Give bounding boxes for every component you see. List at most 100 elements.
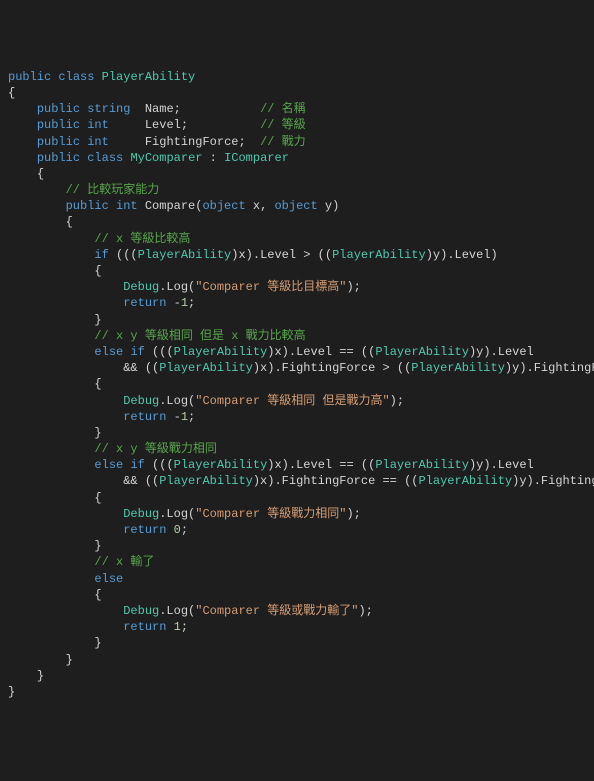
code-line[interactable]: // x y 等級相同 但是 x 戰力比較高 bbox=[8, 328, 586, 344]
code-token: if bbox=[130, 458, 144, 472]
code-token: int bbox=[87, 135, 109, 149]
code-line[interactable]: { bbox=[8, 166, 586, 182]
code-token: // 名稱 bbox=[260, 102, 306, 116]
code-line[interactable]: { bbox=[8, 85, 586, 101]
code-token: )x).Level == (( bbox=[267, 345, 375, 359]
code-line[interactable]: if (((PlayerAbility)x).Level > ((PlayerA… bbox=[8, 247, 586, 263]
code-line[interactable]: else if (((PlayerAbility)x).Level == ((P… bbox=[8, 457, 586, 473]
code-token bbox=[8, 507, 123, 521]
code-line[interactable]: { bbox=[8, 587, 586, 603]
code-line[interactable]: public string Name; // 名稱 bbox=[8, 101, 586, 117]
code-line[interactable]: } bbox=[8, 312, 586, 328]
code-line[interactable]: Debug.Log("Comparer 等級或戰力輸了"); bbox=[8, 603, 586, 619]
code-token: // 等級 bbox=[260, 118, 306, 132]
code-token: { bbox=[37, 167, 44, 181]
code-line[interactable]: Debug.Log("Comparer 等級相同 但是戰力高"); bbox=[8, 393, 586, 409]
code-token bbox=[8, 102, 37, 116]
code-token: PlayerAbility bbox=[159, 474, 253, 488]
code-token: } bbox=[37, 669, 44, 683]
code-token bbox=[8, 636, 94, 650]
code-token: )y).FightingForce) bbox=[512, 474, 594, 488]
code-line[interactable]: && ((PlayerAbility)x).FightingForce == (… bbox=[8, 473, 586, 489]
code-token: { bbox=[94, 377, 101, 391]
code-line[interactable]: && ((PlayerAbility)x).FightingForce > ((… bbox=[8, 360, 586, 376]
code-token: 1 bbox=[181, 410, 188, 424]
code-token: PlayerAbility bbox=[102, 70, 196, 84]
code-line[interactable]: } bbox=[8, 668, 586, 684]
code-token: int bbox=[87, 118, 109, 132]
code-line[interactable]: } bbox=[8, 635, 586, 651]
code-line[interactable]: return 0; bbox=[8, 522, 586, 538]
code-token bbox=[8, 572, 94, 586]
code-token: ); bbox=[390, 394, 404, 408]
code-line[interactable]: return -1; bbox=[8, 409, 586, 425]
code-token: "Comparer 等級或戰力輸了" bbox=[195, 604, 358, 618]
code-line[interactable]: } bbox=[8, 425, 586, 441]
code-line[interactable]: { bbox=[8, 214, 586, 230]
code-line[interactable]: else bbox=[8, 571, 586, 587]
code-token: 1 bbox=[174, 620, 181, 634]
code-line[interactable]: return 1; bbox=[8, 619, 586, 635]
code-line[interactable]: return -1; bbox=[8, 295, 586, 311]
code-line[interactable]: } bbox=[8, 652, 586, 668]
code-line[interactable]: public int Compare(object x, object y) bbox=[8, 198, 586, 214]
code-token bbox=[8, 199, 66, 213]
code-line[interactable]: // x 輸了 bbox=[8, 554, 586, 570]
code-token bbox=[8, 280, 123, 294]
code-token: .Log( bbox=[159, 604, 195, 618]
code-token bbox=[8, 167, 37, 181]
code-token: && (( bbox=[8, 361, 159, 375]
code-token: // x y 等級相同 但是 x 戰力比較高 bbox=[94, 329, 305, 343]
code-token: } bbox=[94, 539, 101, 553]
code-token bbox=[8, 151, 37, 165]
code-token: public bbox=[37, 135, 80, 149]
code-line[interactable]: public int FightingForce; // 戰力 bbox=[8, 134, 586, 150]
code-token: else bbox=[94, 458, 123, 472]
code-token bbox=[8, 377, 94, 391]
code-token bbox=[8, 426, 94, 440]
code-token: )x).FightingForce > (( bbox=[253, 361, 411, 375]
code-line[interactable]: else if (((PlayerAbility)x).Level == ((P… bbox=[8, 344, 586, 360]
code-token bbox=[8, 215, 66, 229]
code-token: { bbox=[94, 491, 101, 505]
code-token bbox=[109, 199, 116, 213]
code-token: else bbox=[94, 345, 123, 359]
code-line[interactable]: // x y 等級戰力相同 bbox=[8, 441, 586, 457]
code-line[interactable]: Debug.Log("Comparer 等級戰力相同"); bbox=[8, 506, 586, 522]
code-token: ; bbox=[188, 410, 195, 424]
code-token bbox=[166, 523, 173, 537]
code-token bbox=[8, 442, 94, 456]
code-token: "Comparer 等級相同 但是戰力高" bbox=[195, 394, 389, 408]
code-line[interactable]: } bbox=[8, 538, 586, 554]
code-line[interactable]: } bbox=[8, 684, 586, 700]
code-token bbox=[8, 539, 94, 553]
code-token: int bbox=[116, 199, 138, 213]
code-token: { bbox=[8, 86, 15, 100]
code-line[interactable]: public class MyComparer : IComparer bbox=[8, 150, 586, 166]
code-token: )x).Level > (( bbox=[231, 248, 332, 262]
code-line[interactable]: public int Level; // 等級 bbox=[8, 117, 586, 133]
code-token bbox=[166, 620, 173, 634]
code-line[interactable]: { bbox=[8, 263, 586, 279]
code-token: ((( bbox=[145, 458, 174, 472]
code-line[interactable]: public class PlayerAbility bbox=[8, 69, 586, 85]
code-editor[interactable]: public class PlayerAbility{ public strin… bbox=[8, 69, 586, 700]
code-token: && (( bbox=[8, 474, 159, 488]
code-token: { bbox=[94, 264, 101, 278]
code-token: Debug bbox=[123, 507, 159, 521]
code-token: public bbox=[66, 199, 109, 213]
code-line[interactable]: { bbox=[8, 376, 586, 392]
code-line[interactable]: // 比較玩家能力 bbox=[8, 182, 586, 198]
code-token: PlayerAbility bbox=[159, 361, 253, 375]
code-token: ((( bbox=[145, 345, 174, 359]
code-token bbox=[8, 248, 94, 262]
code-token: class bbox=[58, 70, 94, 84]
code-token: // x 輸了 bbox=[94, 555, 154, 569]
code-token: Level; bbox=[109, 118, 260, 132]
code-token: } bbox=[94, 426, 101, 440]
code-token: - bbox=[166, 410, 180, 424]
code-line[interactable]: Debug.Log("Comparer 等級比目標高"); bbox=[8, 279, 586, 295]
code-line[interactable]: // x 等級比較高 bbox=[8, 231, 586, 247]
code-line[interactable]: { bbox=[8, 490, 586, 506]
code-token: ; bbox=[181, 523, 188, 537]
